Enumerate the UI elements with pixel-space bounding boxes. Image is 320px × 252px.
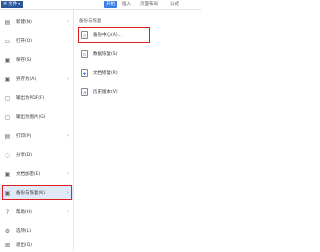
chevron-right-icon: › bbox=[67, 171, 69, 177]
submenu-item-doc-repair[interactable]: ✚ 文档修复(R) bbox=[81, 66, 191, 80]
hamburger-icon: ≡ bbox=[3, 1, 8, 7]
exit-icon: ⊠ bbox=[4, 241, 11, 249]
history-version-icon: ◔ bbox=[81, 88, 88, 96]
tab-formula[interactable]: 公式 bbox=[170, 0, 179, 9]
save-icon: ▣ bbox=[4, 56, 11, 64]
chevron-right-icon: › bbox=[67, 209, 69, 215]
highlight-box bbox=[2, 185, 72, 200]
menu-item-export-image[interactable]: ▢ 输出为图片(G) bbox=[0, 110, 73, 124]
share-icon: ◌ bbox=[4, 151, 11, 159]
menu-item-export-pdf[interactable]: ▢ 输出为PDF(F) bbox=[0, 91, 73, 105]
open-icon: ▭ bbox=[4, 37, 11, 45]
submenu-item-data-recovery[interactable]: ↻ 数据恢复(S) bbox=[81, 47, 191, 61]
new-icon: ▤ bbox=[4, 18, 11, 26]
help-icon: ? bbox=[5, 208, 10, 216]
menu-item-label: 另存为(A) bbox=[16, 77, 37, 82]
menu-item-share[interactable]: ◌ 分享(D) bbox=[0, 148, 73, 162]
image-icon: ▢ bbox=[4, 113, 11, 121]
tab-insert[interactable]: 插入 bbox=[122, 0, 131, 9]
print-icon: ▤ bbox=[4, 132, 11, 140]
menu-item-label: 新建(N) bbox=[16, 20, 32, 25]
menu-item-exit[interactable]: ⊠ 退出(Q) bbox=[0, 238, 73, 252]
encrypt-icon: ▣ bbox=[4, 170, 11, 178]
doc-repair-icon: ✚ bbox=[81, 69, 88, 77]
file-menu: ▤ 新建(N) › ▭ 打开(O) ▣ 保存(S) ▣ 另存为(A) › ▢ 输… bbox=[0, 10, 74, 251]
menu-item-label: 打开(O) bbox=[16, 39, 33, 44]
file-menu-button[interactable]: ≡ 文件 ▾ bbox=[1, 1, 23, 8]
menu-item-new[interactable]: ▤ 新建(N) › bbox=[0, 15, 73, 29]
top-ribbon: ≡ 文件 ▾ 开始 插入 页面布局 公式 bbox=[0, 0, 201, 10]
menu-item-help[interactable]: ? 帮助(H) › bbox=[0, 205, 73, 219]
menu-item-label: 输出为图片(G) bbox=[16, 115, 46, 120]
tab-start[interactable]: 开始 bbox=[104, 1, 117, 8]
data-recovery-icon: ↻ bbox=[81, 50, 88, 58]
chevron-right-icon: › bbox=[67, 76, 69, 82]
menu-item-label: 保存(S) bbox=[16, 58, 32, 63]
submenu-item-history-version[interactable]: ◔ 历史版本(V) bbox=[81, 85, 191, 99]
menu-item-save[interactable]: ▣ 保存(S) bbox=[0, 53, 73, 67]
menu-item-label: 退出(Q) bbox=[16, 243, 33, 248]
chevron-down-icon: ▾ bbox=[18, 2, 20, 6]
highlight-box bbox=[78, 27, 150, 43]
menu-item-label: 选项(L) bbox=[16, 229, 32, 234]
file-label: 文件 bbox=[8, 2, 18, 7]
backup-submenu: 备份与恢复 ◷ 备份中心(A)... ↻ 数据恢复(S) ✚ 文档修复(R) ◔… bbox=[75, 10, 201, 251]
options-icon: ⚙ bbox=[4, 227, 11, 235]
menu-item-label: 分享(D) bbox=[16, 153, 32, 158]
menu-item-open[interactable]: ▭ 打开(O) bbox=[0, 34, 73, 48]
pdf-icon: ▢ bbox=[4, 94, 11, 102]
menu-item-label: 打印(P) bbox=[16, 134, 32, 139]
tab-page-layout[interactable]: 页面布局 bbox=[140, 0, 158, 9]
menu-item-encrypt[interactable]: ▣ 文档加密(E) › bbox=[0, 167, 73, 181]
save-as-icon: ▣ bbox=[4, 75, 11, 83]
submenu-item-label: 文档修复(R) bbox=[93, 71, 118, 76]
menu-item-print[interactable]: ▤ 打印(P) › bbox=[0, 129, 73, 143]
submenu-header: 备份与恢复 bbox=[79, 19, 102, 24]
menu-item-label: 帮助(H) bbox=[16, 210, 32, 215]
menu-item-options[interactable]: ⚙ 选项(L) bbox=[0, 224, 73, 238]
menu-item-label: 输出为PDF(F) bbox=[16, 96, 45, 101]
menu-item-label: 文档加密(E) bbox=[16, 172, 41, 177]
submenu-item-label: 数据恢复(S) bbox=[93, 52, 118, 57]
chevron-right-icon: › bbox=[67, 19, 69, 25]
menu-item-save-as[interactable]: ▣ 另存为(A) › bbox=[0, 72, 73, 86]
chevron-right-icon: › bbox=[67, 133, 69, 139]
submenu-item-label: 历史版本(V) bbox=[93, 90, 118, 95]
